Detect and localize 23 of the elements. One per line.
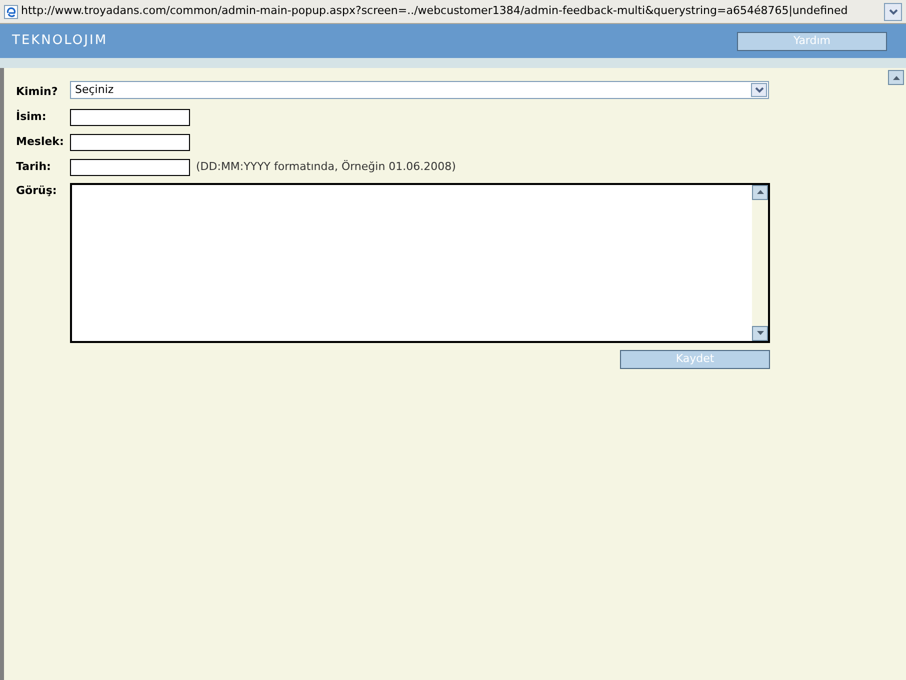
up-arrow-icon	[756, 190, 764, 194]
text-input[interactable]	[70, 108, 190, 126]
down-arrow-icon	[756, 331, 764, 335]
caret-icon	[888, 8, 898, 14]
select-field[interactable]: Seçiniz	[70, 81, 769, 99]
field-label: Görüş:	[16, 182, 58, 198]
caret-icon	[754, 87, 764, 93]
dropdown-button[interactable]	[751, 83, 767, 97]
logo: TEKNOLOJIM	[12, 32, 108, 50]
field-label: Meslek:	[16, 134, 65, 150]
text-input[interactable]	[70, 158, 190, 176]
field-label: Tarih:	[16, 158, 52, 175]
text-input[interactable]	[70, 134, 190, 150]
browser-icon	[4, 4, 18, 18]
up-arrow-icon	[892, 76, 900, 80]
dropdown-button[interactable]	[884, 2, 902, 20]
field-label: İsim:	[16, 108, 48, 125]
select-value: Seçiniz	[75, 82, 114, 98]
scroll-down-button[interactable]	[752, 326, 768, 340]
date-format-hint: (DD:MM:YYYY formatında, Örneğin 01.06.2008)	[196, 158, 456, 175]
comment-textarea[interactable]	[70, 182, 770, 342]
scroll-up-button[interactable]	[752, 184, 768, 200]
field-label: Kimin?	[16, 84, 59, 100]
